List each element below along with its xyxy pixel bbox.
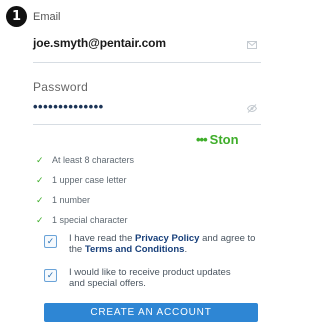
check-icon: ✓ <box>36 154 44 165</box>
requirement-item: ✓ 1 special character <box>36 210 134 230</box>
requirement-text: 1 special character <box>52 215 128 225</box>
terms-consent: ✓ I have read the Privacy Policy and agr… <box>44 233 256 255</box>
terms-text-pre: I have read the <box>69 233 136 244</box>
marketing-consent: ✓ I would like to receive product update… <box>44 267 244 289</box>
requirement-item: ✓ 1 number <box>36 190 134 210</box>
checkmark-icon: ✓ <box>46 236 55 246</box>
check-icon: ✓ <box>36 214 44 225</box>
terms-text-post: . <box>184 244 188 255</box>
email-underline <box>33 62 261 63</box>
password-label: Password <box>33 80 89 94</box>
step-number-badge: 1 <box>6 6 27 27</box>
password-underline <box>33 124 261 125</box>
email-field[interactable]: joe.smyth@pentair.com <box>33 36 166 50</box>
requirement-text: At least 8 characters <box>52 155 135 165</box>
create-account-button[interactable]: CREATE AN ACCOUNT <box>44 303 258 322</box>
email-label: Email <box>33 11 61 23</box>
checkmark-icon: ✓ <box>46 270 55 280</box>
requirement-item: ✓ 1 upper case letter <box>36 170 134 190</box>
terms-checkbox[interactable]: ✓ <box>44 235 57 248</box>
strength-label: Ston <box>209 132 239 147</box>
strength-dots: ••• <box>196 132 208 147</box>
requirement-item: ✓ At least 8 characters <box>36 150 134 170</box>
requirement-text: 1 upper case letter <box>52 175 127 185</box>
terms-and-conditions-link[interactable]: Terms and Conditions <box>85 244 185 255</box>
requirement-text: 1 number <box>52 195 91 205</box>
marketing-checkbox[interactable]: ✓ <box>44 269 57 282</box>
terms-consent-text: I have read the Privacy Policy and agree… <box>69 233 256 255</box>
check-icon: ✓ <box>36 174 44 185</box>
eye-icon[interactable] <box>247 103 257 113</box>
envelope-icon <box>247 40 257 50</box>
password-strength-indicator: ••• Ston <box>196 132 239 147</box>
privacy-policy-link[interactable]: Privacy Policy <box>135 233 199 244</box>
check-icon: ✓ <box>36 194 44 205</box>
marketing-consent-text: I would like to receive product updates … <box>69 267 231 289</box>
password-field[interactable]: •••••••••••••• <box>33 99 104 114</box>
password-requirements: ✓ At least 8 characters ✓ 1 upper case l… <box>36 150 134 230</box>
